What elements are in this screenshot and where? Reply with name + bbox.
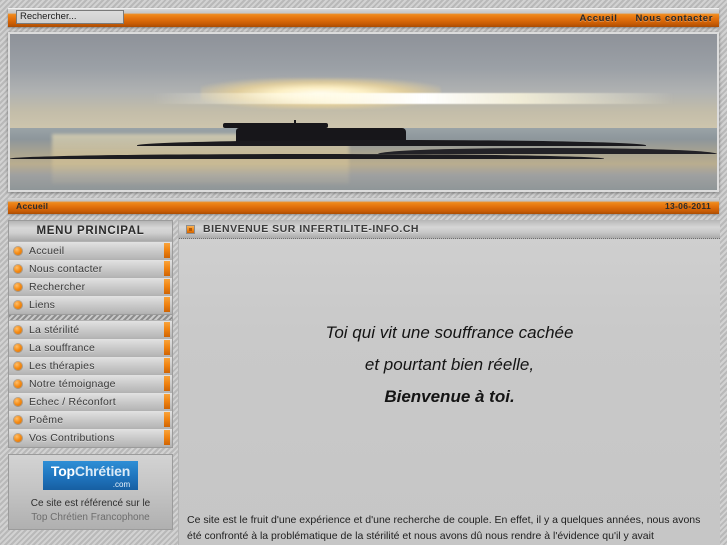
banner-horizon-light	[151, 93, 675, 105]
sidebar-item-tab-icon	[164, 394, 170, 409]
sidebar-item-tab-icon	[164, 322, 170, 337]
intro-paragraph: Ce site est le fruit d'une expérience et…	[187, 514, 701, 542]
sidebar-item-label: Nous contacter	[29, 262, 103, 275]
sidebar-item-label: La souffrance	[29, 341, 96, 354]
bullet-icon	[14, 397, 22, 406]
sidebar-item-liens[interactable]: Liens	[9, 296, 172, 313]
sidebar-item-la-souffrance[interactable]: La souffrance	[9, 339, 172, 356]
sponsor-banner[interactable]: TopChrétien .com Ce site est référencé s…	[8, 454, 173, 530]
page-title: BIENVENUE SUR INFERTILITE-INFO.CH	[203, 223, 420, 235]
sidebar-menu-group-topics: La stérilité La souffrance Les thérapies…	[8, 320, 173, 448]
sidebar-item-les-therapies[interactable]: Les thérapies	[9, 357, 172, 374]
bullet-icon	[14, 415, 22, 424]
sidebar-item-tab-icon	[164, 279, 170, 294]
sidebar-item-label: Echec / Réconfort	[29, 395, 116, 408]
sponsor-line-1: Ce site est référencé sur le	[30, 498, 151, 509]
sidebar-title: MENU PRINCIPAL	[8, 220, 173, 241]
sidebar-item-label: La stérilité	[29, 323, 80, 336]
poem-line-3: Bienvenue à toi.	[384, 387, 515, 406]
square-bullet-icon	[186, 224, 195, 234]
sidebar-item-tab-icon	[164, 261, 170, 276]
bullet-icon	[14, 343, 22, 352]
sponsor-line-2: Top Chrétien Francophone	[31, 512, 150, 523]
banner-shore-near	[10, 154, 604, 159]
bullet-icon	[14, 433, 22, 442]
bullet-icon	[14, 361, 22, 370]
sidebar-item-label: Accueil	[29, 244, 65, 257]
topchretien-logo-chretien: Chrétien	[74, 463, 131, 479]
search-input[interactable]	[16, 10, 124, 24]
banner-shore-mid	[137, 140, 647, 146]
topchretien-logo-domain: .com	[112, 480, 131, 489]
bullet-icon	[14, 379, 22, 388]
sidebar-item-tab-icon	[164, 358, 170, 373]
bullet-icon	[14, 264, 22, 273]
banner-photo	[10, 34, 717, 190]
sidebar-item-tab-icon	[164, 297, 170, 312]
sidebar-item-label: Liens	[29, 298, 56, 311]
sidebar-item-tab-icon	[164, 412, 170, 427]
bullet-icon	[14, 282, 22, 291]
topchretien-logo-text: TopChrétien	[51, 463, 130, 479]
content-header: BIENVENUE SUR INFERTILITE-INFO.CH	[179, 220, 720, 239]
sidebar-item-label: Poême	[29, 413, 64, 426]
welcome-poem: Toi qui vit une souffrance cachée et pou…	[179, 239, 720, 413]
sidebar-item-notre-temoignage[interactable]: Notre témoignage	[9, 375, 172, 392]
top-nav-link-nous-contacter[interactable]: Nous contacter	[635, 13, 713, 24]
sidebar-item-la-sterilite[interactable]: La stérilité	[9, 321, 172, 338]
breadcrumb[interactable]: Accueil	[16, 198, 48, 214]
sidebar-item-tab-icon	[164, 243, 170, 258]
bullet-icon	[14, 325, 22, 334]
sidebar-item-tab-icon	[164, 340, 170, 355]
topchretien-logo-top: Top	[50, 463, 75, 479]
banner-image	[8, 32, 719, 192]
bullet-icon	[14, 300, 22, 309]
sidebar-item-poeme[interactable]: Poême	[9, 411, 172, 428]
topchretien-logo[interactable]: TopChrétien .com	[42, 461, 139, 490]
top-nav-link-accueil[interactable]: Accueil	[579, 13, 617, 24]
sidebar-item-vos-contributions[interactable]: Vos Contributions	[9, 429, 172, 446]
sidebar-item-echec-reconfort[interactable]: Echec / Réconfort	[9, 393, 172, 410]
breadcrumb-bar: Accueil 13-06-2011	[8, 198, 719, 214]
sidebar-item-label: Vos Contributions	[29, 431, 115, 444]
top-nav-links: Accueil Nous contacter	[579, 9, 713, 27]
bullet-icon	[14, 246, 22, 255]
poem-line-1: Toi qui vit une souffrance cachée	[325, 323, 574, 342]
content-body: Toi qui vit une souffrance cachée et pou…	[179, 239, 720, 545]
sidebar-item-tab-icon	[164, 376, 170, 391]
sidebar-item-rechercher[interactable]: Rechercher	[9, 278, 172, 295]
sidebar: MENU PRINCIPAL Accueil Nous contacter Re…	[8, 220, 173, 530]
sidebar-item-accueil[interactable]: Accueil	[9, 242, 172, 259]
sidebar-menu-group-primary: Accueil Nous contacter Rechercher Liens	[8, 241, 173, 315]
sidebar-item-label: Les thérapies	[29, 359, 95, 372]
main-content: BIENVENUE SUR INFERTILITE-INFO.CH Toi qu…	[178, 220, 720, 545]
sidebar-item-label: Notre témoignage	[29, 377, 116, 390]
sidebar-item-tab-icon	[164, 430, 170, 445]
sidebar-item-nous-contacter[interactable]: Nous contacter	[9, 260, 172, 277]
banner-shore-far	[377, 147, 717, 155]
current-date: 13-06-2011	[664, 201, 711, 211]
sidebar-item-label: Rechercher	[29, 280, 86, 293]
page-container: Accueil Nous contacter Accueil 13-06-201…	[8, 0, 720, 545]
poem-line-2: et pourtant bien réelle,	[364, 355, 535, 374]
